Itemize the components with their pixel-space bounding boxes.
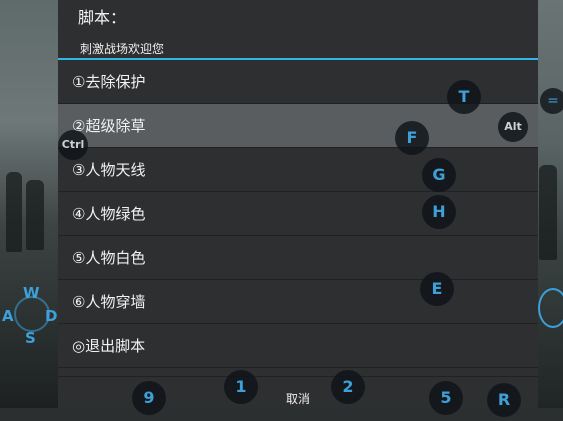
background-figure <box>26 180 44 250</box>
key-d-label[interactable]: D <box>45 307 57 325</box>
script-dialog: 脚本： 刺激战场欢迎您 ①去除保护 ②超级除草 ③人物天线 ④人物绿色 ⑤人物白… <box>58 0 538 408</box>
dialog-message: 刺激战场欢迎您 <box>80 42 165 56</box>
key-9-button[interactable]: 9 <box>132 381 166 415</box>
dialog-title: 脚本： <box>78 8 127 27</box>
key-h-button[interactable]: H <box>422 195 456 229</box>
key-1-button[interactable]: 1 <box>224 370 258 404</box>
key-w-label[interactable]: W <box>23 284 40 302</box>
list-item-exit-script[interactable]: ◎退出脚本 <box>58 324 538 368</box>
wasd-dpad[interactable]: W A D S <box>0 278 60 348</box>
key-5-button[interactable]: 5 <box>429 381 463 415</box>
key-ctrl-button[interactable]: Ctrl <box>58 130 88 160</box>
list-item-character-antenna[interactable]: ③人物天线 <box>58 148 538 192</box>
cancel-button[interactable]: 取消 <box>58 377 538 409</box>
key-r-button[interactable]: R <box>487 383 521 417</box>
background-figure <box>539 165 557 260</box>
key-e-button[interactable]: E <box>420 272 454 306</box>
key-2-button[interactable]: 2 <box>331 370 365 404</box>
key-a-label[interactable]: A <box>2 307 14 325</box>
list-item-character-wallhack[interactable]: ⑥人物穿墙 <box>58 280 538 324</box>
key-t-button[interactable]: T <box>447 80 481 114</box>
background-figure <box>6 172 22 252</box>
key-alt-button[interactable]: Alt <box>498 112 528 142</box>
right-joystick-ring[interactable] <box>538 288 563 328</box>
top-status-strip <box>198 0 398 4</box>
key-equals-button[interactable]: = <box>540 88 563 114</box>
key-g-button[interactable]: G <box>422 158 456 192</box>
dialog-button-bar: 取消 <box>58 376 538 408</box>
list-item-character-white[interactable]: ⑤人物白色 <box>58 236 538 280</box>
key-f-button[interactable]: F <box>395 121 429 155</box>
list-item-character-green[interactable]: ④人物绿色 <box>58 192 538 236</box>
key-s-label[interactable]: S <box>25 329 36 347</box>
